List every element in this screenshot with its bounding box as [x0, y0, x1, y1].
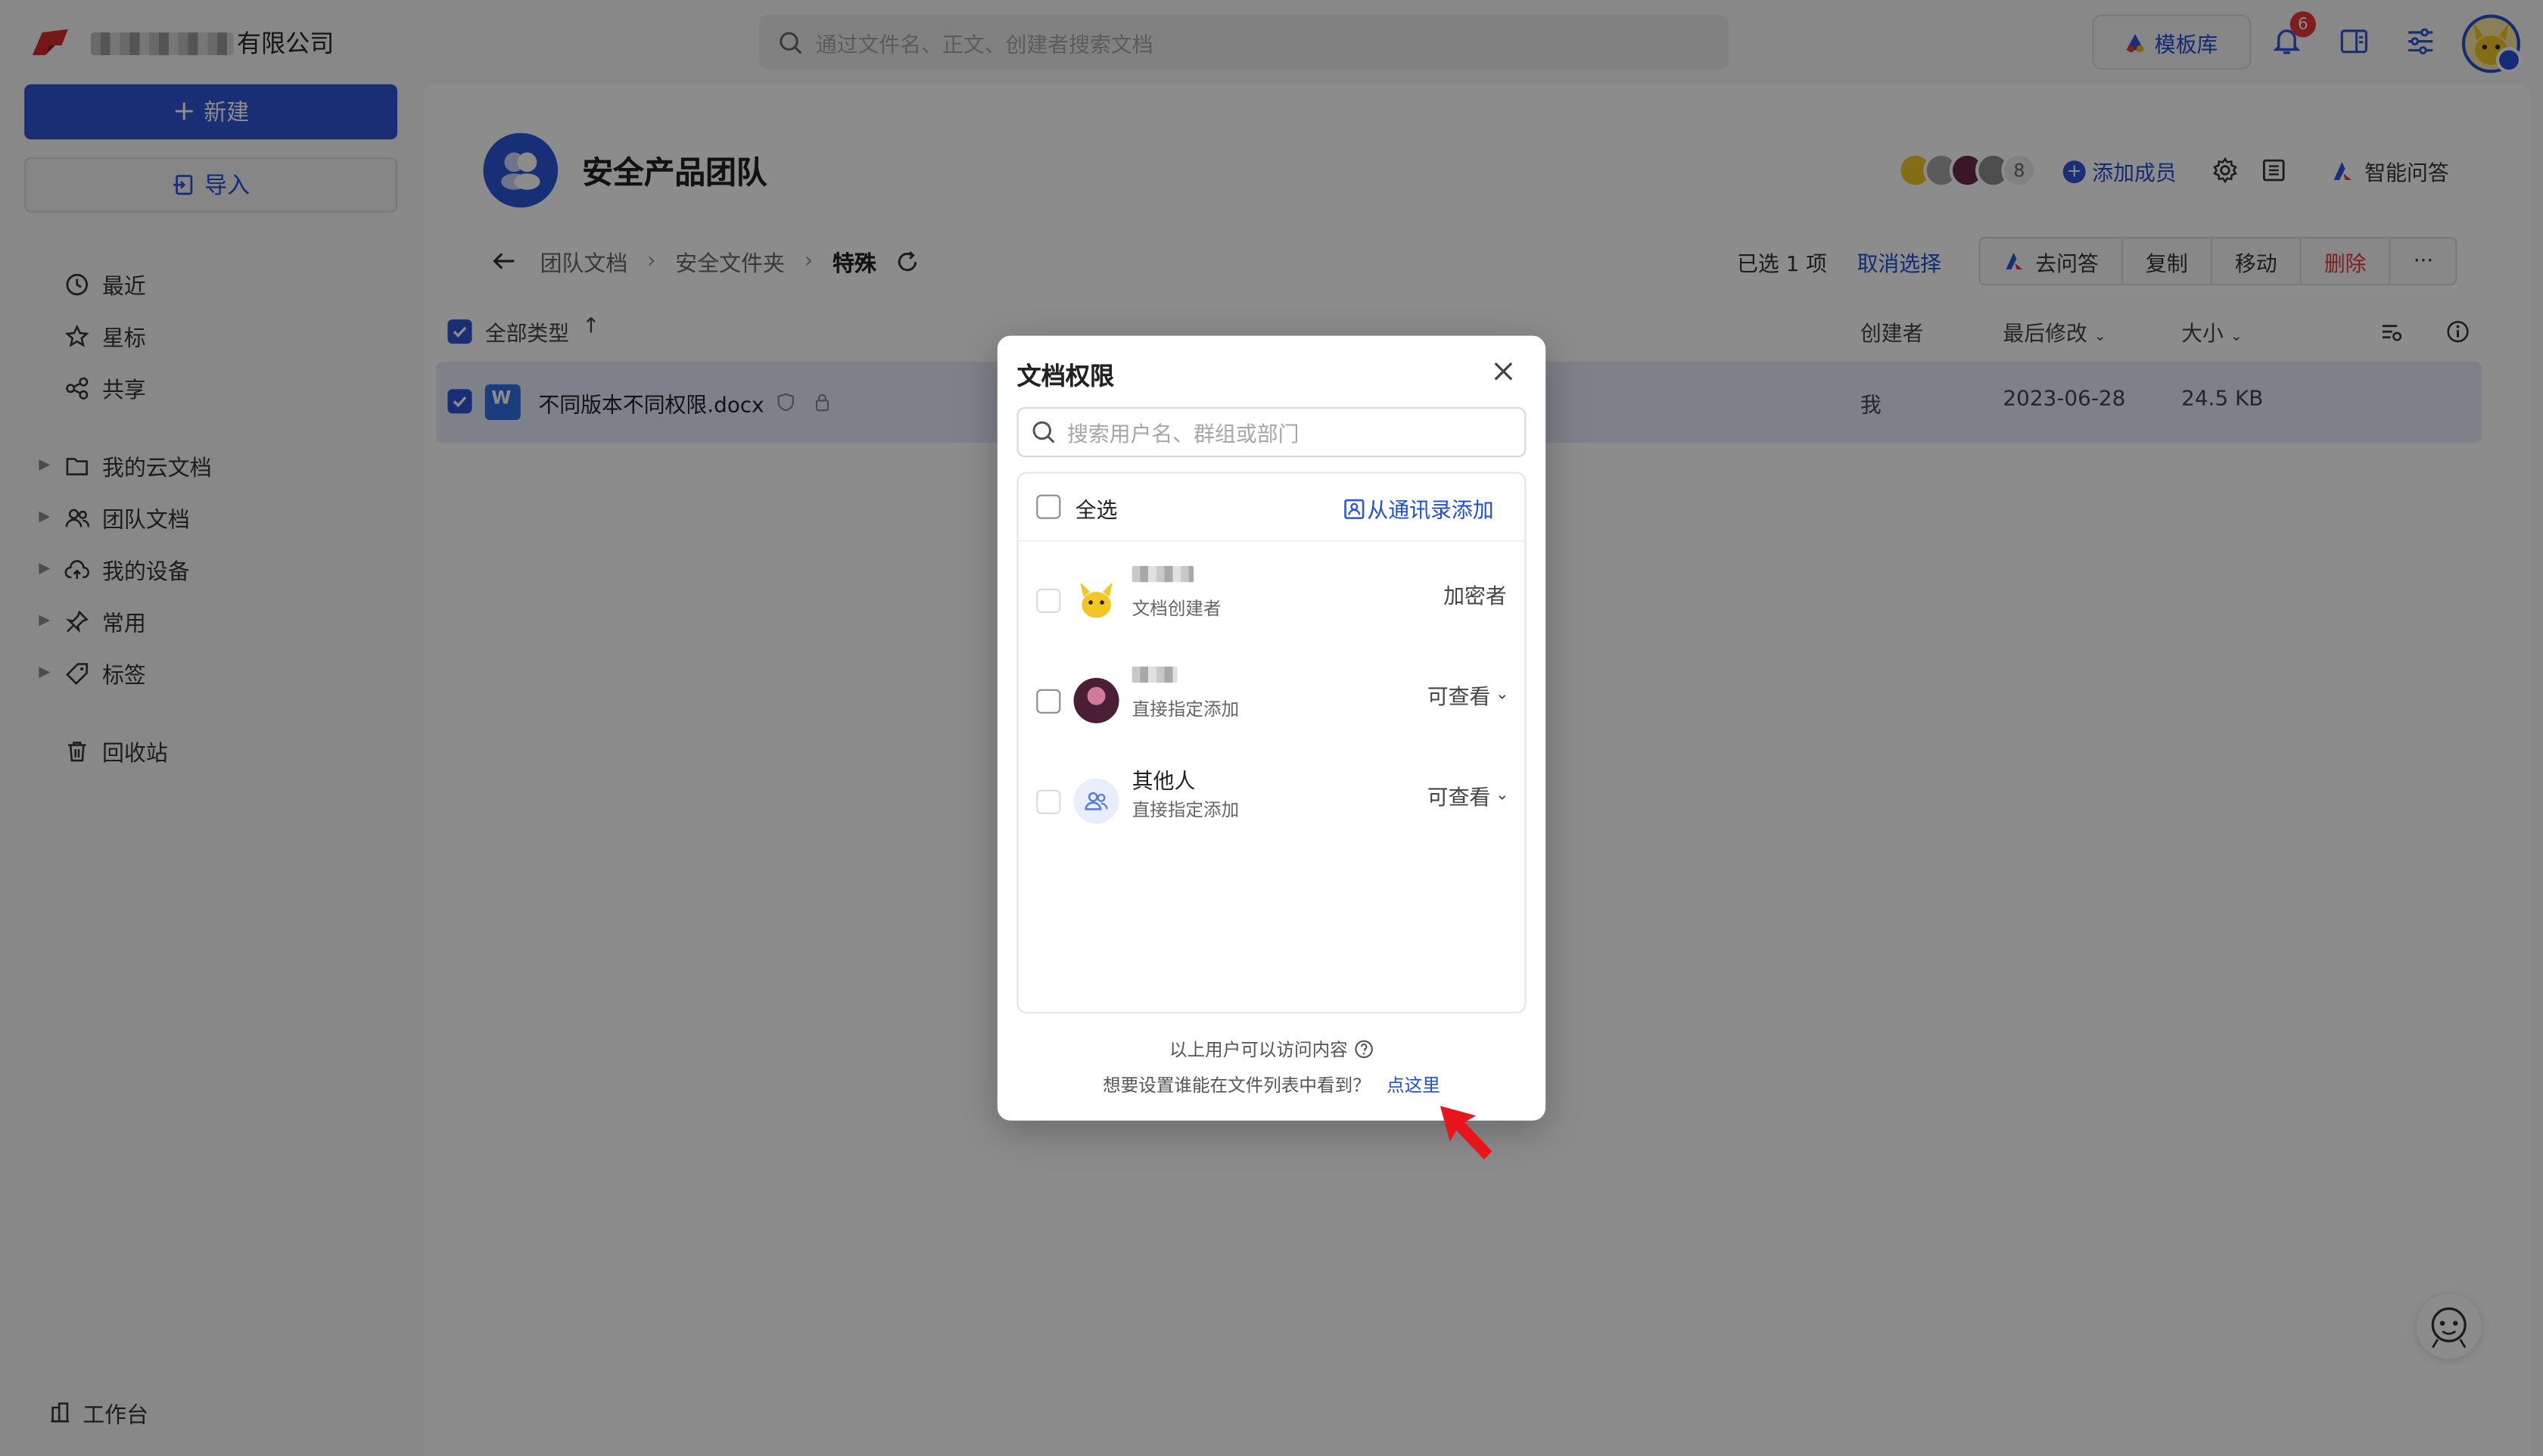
select-all-row: 全选 从通讯录添加	[1018, 474, 1525, 542]
contacts-icon	[1344, 498, 1365, 518]
pikachu-avatar-icon	[1080, 582, 1113, 618]
close-icon[interactable]	[1490, 359, 1516, 384]
help-circle-icon[interactable]	[1354, 1040, 1374, 1059]
avatar	[1073, 577, 1119, 623]
permission-dropdown[interactable]: 可查看 ⌄	[1427, 680, 1509, 710]
visibility-hint: 想要设置谁能在文件列表中看到？ 点这里	[998, 1072, 1545, 1097]
avatar	[1073, 677, 1119, 723]
permission-dropdown[interactable]: 可查看 ⌄	[1427, 780, 1509, 810]
search-icon	[1032, 421, 1055, 443]
member-list: 全选 从通讯录添加 文档创建者 加密者 直接指定添加 可查看 ⌄ 其他人 直接指…	[1016, 471, 1527, 1014]
member-name: 其他人	[1131, 770, 1196, 795]
permission-dialog: 文档权限 搜索用户名、群组或部门 全选 从通讯录添加 文档创建者 加密者 直接指…	[997, 335, 1546, 1121]
chevron-down-icon: ⌄	[1495, 786, 1509, 804]
others-group-icon	[1073, 778, 1119, 824]
access-note: 以上用户可以访问内容	[998, 1036, 1545, 1062]
member-subtitle: 文档创建者	[1131, 598, 1222, 620]
annotation-arrow-icon	[1440, 1106, 1492, 1160]
member-subtitle: 直接指定添加	[1131, 698, 1240, 720]
member-subtitle: 直接指定添加	[1131, 799, 1240, 821]
member-row: 其他人 直接指定添加 可查看 ⌄	[1019, 752, 1525, 850]
member-search-input[interactable]: 搜索用户名、群组或部门	[1016, 406, 1527, 458]
click-here-link[interactable]: 点这里	[1387, 1072, 1440, 1097]
redacted-username	[1131, 565, 1194, 583]
member-row: 直接指定添加 可查看 ⌄	[1019, 652, 1525, 749]
select-all-checkbox[interactable]	[1036, 494, 1061, 519]
member-checkbox-disabled	[1036, 588, 1061, 613]
member-checkbox[interactable]	[1036, 689, 1061, 714]
add-from-contacts-link[interactable]: 从通讯录添加	[1343, 493, 1494, 524]
redacted-username	[1131, 666, 1178, 683]
chevron-down-icon: ⌄	[1495, 686, 1509, 704]
select-all-label: 全选	[1075, 499, 1118, 524]
member-row: 文档创建者 加密者	[1019, 552, 1525, 649]
dialog-title: 文档权限	[1016, 361, 1115, 391]
member-role: 加密者	[1443, 585, 1507, 610]
member-checkbox-disabled	[1036, 789, 1061, 814]
